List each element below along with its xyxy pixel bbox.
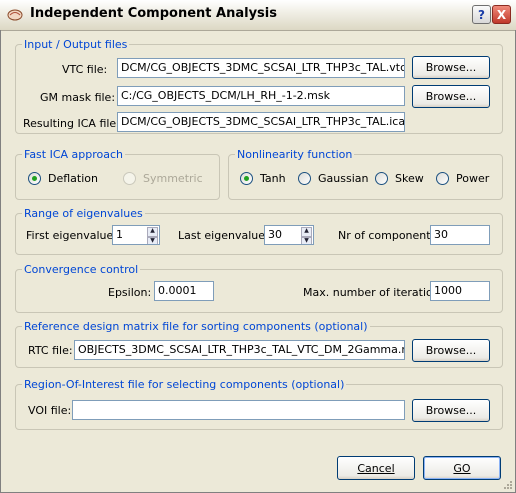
last-eigen-spin-icon[interactable]: ▲ ▼ — [301, 227, 312, 244]
first-eigen-spin-icon[interactable]: ▲ ▼ — [147, 227, 158, 244]
eigen-legend: Range of eigenvalues — [24, 207, 143, 220]
gm-label: GM mask file: — [40, 91, 116, 104]
gaussian-label: Gaussian — [318, 172, 369, 185]
epsilon-label: Epsilon: — [108, 286, 152, 299]
rtc-browse-button[interactable]: Browse... — [412, 339, 490, 362]
deflation-label: Deflation — [48, 172, 98, 185]
ica-label: Resulting ICA file: — [23, 117, 120, 130]
rtc-legend: Reference design matrix file for sorting… — [24, 320, 368, 333]
app-icon — [7, 9, 23, 21]
cancel-label: Cancel — [357, 461, 395, 475]
approach-legend: Fast ICA approach — [24, 148, 124, 161]
voi-browse-button[interactable]: Browse... — [412, 399, 490, 422]
max-iterations-label: Max. number of iterations: — [303, 286, 450, 299]
tanh-label: Tanh — [260, 172, 286, 185]
first-eigen-stepper[interactable]: 1 ▲ ▼ — [112, 225, 160, 245]
last-eigen-stepper[interactable]: 30 ▲ ▼ — [264, 225, 314, 245]
gaussian-radio[interactable] — [298, 172, 311, 185]
rtc-label: RTC file: — [28, 344, 73, 357]
vtc-label: VTC file: — [62, 63, 108, 76]
skew-radio[interactable] — [375, 172, 388, 185]
rtc-file-input[interactable]: OBJECTS_3DMC_SCSAI_LTR_THP3c_TAL_VTC_DM_… — [74, 340, 405, 360]
resize-grip-icon[interactable] — [501, 478, 513, 490]
first-eigen-label: First eigenvalue: — [26, 229, 117, 242]
nr-components-input[interactable]: 30 — [430, 225, 490, 245]
close-button[interactable]: X — [492, 5, 511, 24]
last-eigen-value: 30 — [268, 228, 282, 241]
window-title: Independent Component Analysis — [30, 6, 277, 21]
power-label: Power — [456, 172, 490, 185]
deflation-radio[interactable] — [28, 172, 41, 185]
gm-mask-input[interactable]: C:/CG_OBJECTS_DCM/LH_RH_-1-2.msk — [117, 86, 405, 106]
go-label: GO — [453, 461, 471, 475]
title-bar: Independent Component Analysis ? X — [0, 0, 516, 31]
cancel-button[interactable]: Cancel — [337, 456, 415, 480]
last-eigen-label: Last eigenvalue: — [178, 229, 269, 242]
ica-file-input[interactable]: DCM/CG_OBJECTS_3DMC_SCSAI_LTR_THP3c_TAL.… — [117, 112, 405, 132]
vtc-file-input[interactable]: DCM/CG_OBJECTS_3DMC_SCSAI_LTR_THP3c_TAL.… — [117, 58, 405, 78]
voi-legend: Region-Of-Interest file for selecting co… — [24, 378, 345, 391]
convergence-legend: Convergence control — [24, 263, 139, 276]
tanh-radio[interactable] — [240, 172, 253, 185]
gm-browse-button[interactable]: Browse... — [412, 85, 490, 108]
nr-components-label: Nr of components: — [338, 229, 441, 242]
nonlinearity-legend: Nonlinearity function — [237, 148, 353, 161]
vtc-browse-button[interactable]: Browse... — [412, 56, 490, 79]
symmetric-radio — [123, 172, 136, 185]
go-button[interactable]: GO — [423, 456, 501, 480]
power-radio[interactable] — [436, 172, 449, 185]
voi-file-input[interactable] — [72, 400, 405, 420]
first-eigen-value: 1 — [116, 228, 123, 241]
io-legend: Input / Output files — [24, 38, 128, 51]
dialog-body: Input / Output files VTC file: DCM/CG_OB… — [0, 30, 516, 493]
help-button[interactable]: ? — [472, 5, 491, 24]
max-iterations-input[interactable]: 1000 — [430, 281, 490, 301]
symmetric-label: Symmetric — [143, 172, 203, 185]
voi-label: VOI file: — [28, 404, 72, 417]
epsilon-input[interactable]: 0.0001 — [154, 281, 214, 301]
skew-label: Skew — [395, 172, 424, 185]
